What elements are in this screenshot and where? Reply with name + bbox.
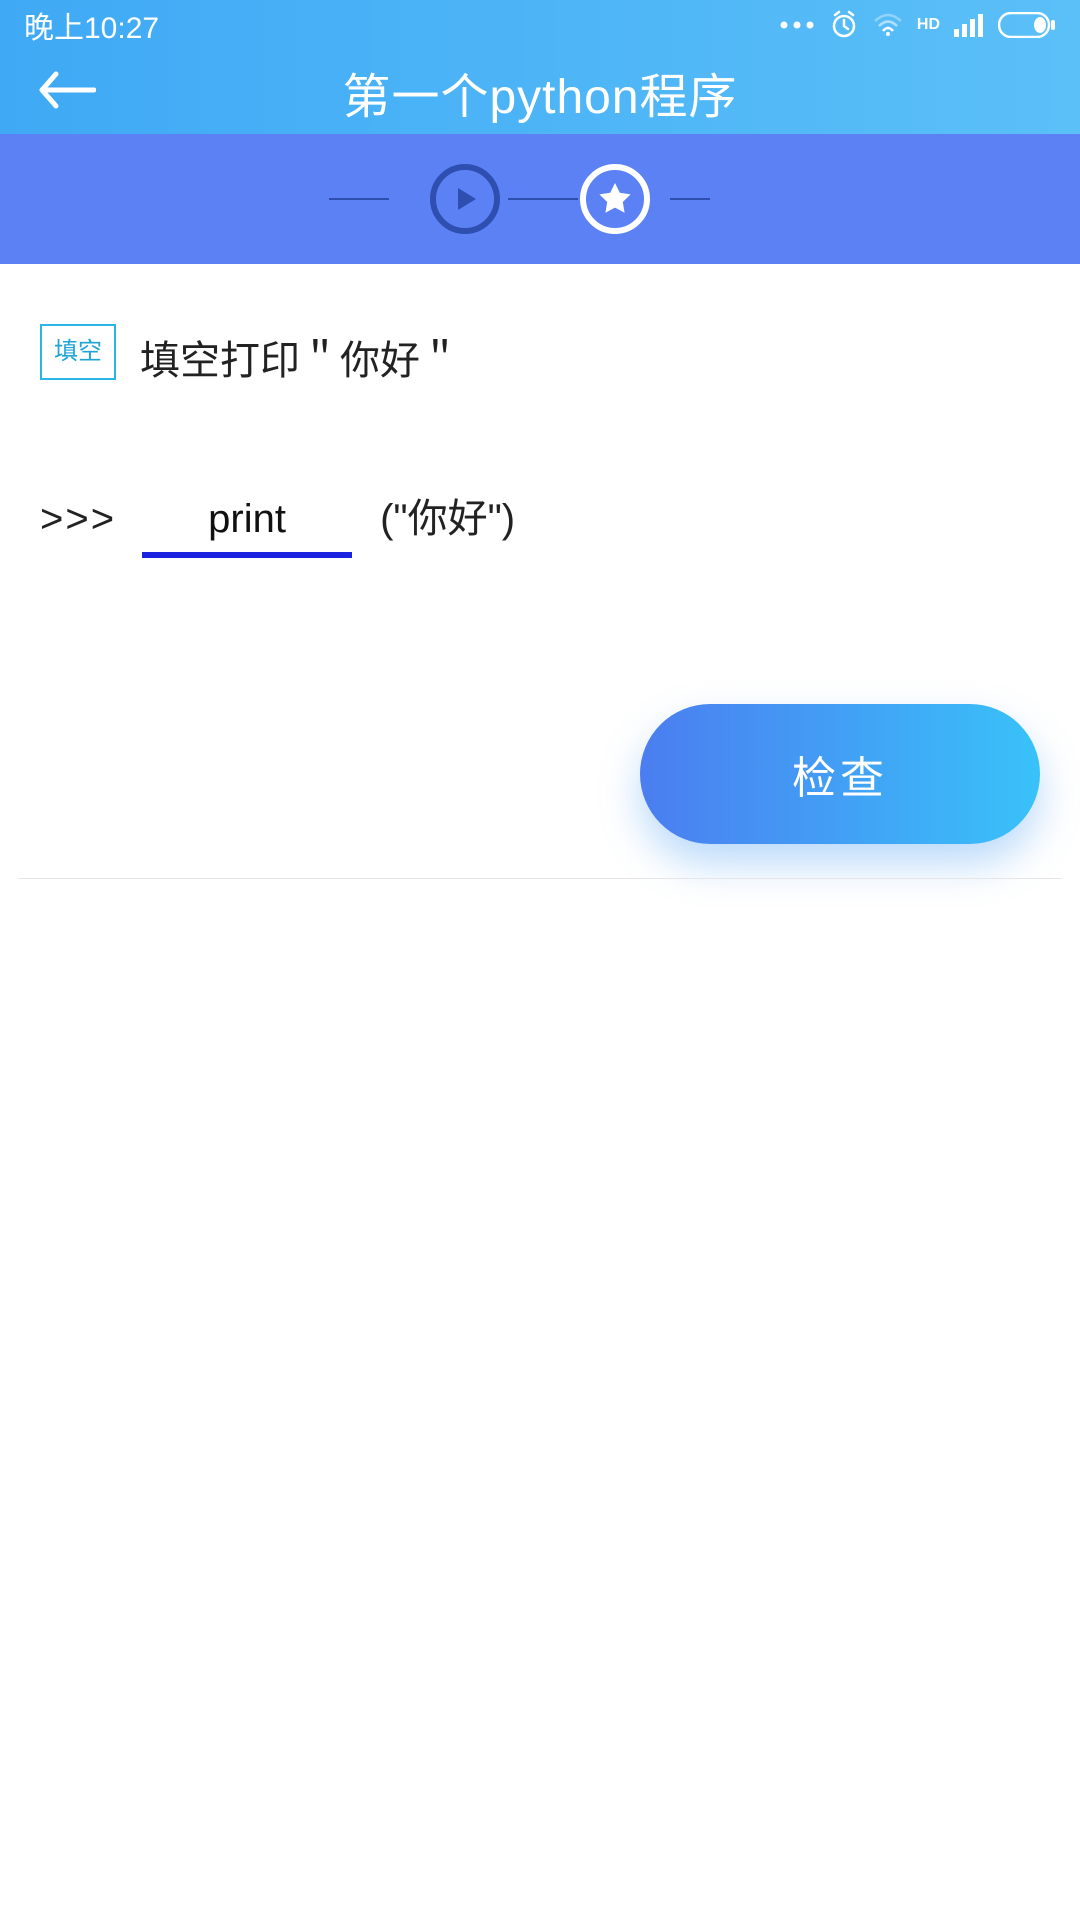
- hd-label: HD: [917, 16, 940, 34]
- status-time: 晚上10:27: [24, 3, 159, 47]
- back-button[interactable]: [36, 68, 96, 117]
- header: 第一个python程序: [0, 50, 1080, 134]
- check-button[interactable]: 检查: [640, 704, 1040, 844]
- signal-icon: [954, 13, 984, 37]
- code-prompt: >>>: [40, 497, 132, 542]
- progress-connector: [670, 198, 710, 200]
- code-row: >>> ("你好"): [40, 486, 1040, 558]
- progress-bar: [0, 134, 1080, 264]
- star-icon: [596, 180, 634, 218]
- question-type-badge: 填空: [40, 324, 116, 380]
- code-tail: ("你好"): [366, 486, 515, 544]
- status-icons: HD: [779, 10, 1056, 40]
- arrow-left-icon: [36, 68, 96, 112]
- more-icon: [779, 20, 815, 30]
- play-icon: [450, 184, 480, 214]
- battery-icon: [998, 12, 1056, 38]
- code-blank-input[interactable]: [142, 497, 352, 558]
- progress-step-play[interactable]: [430, 164, 500, 234]
- question-text: 填空打印＂你好＂: [140, 324, 460, 386]
- section-divider: [18, 878, 1062, 879]
- progress-step-star[interactable]: [580, 164, 650, 234]
- blank-wrapper: [142, 497, 352, 558]
- status-bar: 晚上10:27 HD: [0, 0, 1080, 50]
- page-title: 第一个python程序: [342, 57, 737, 127]
- wifi-icon: [873, 13, 903, 37]
- alarm-icon: [829, 10, 859, 40]
- question-row: 填空 填空打印＂你好＂: [40, 324, 1040, 386]
- content-area: 填空 填空打印＂你好＂ >>> ("你好") 检查: [0, 264, 1080, 558]
- progress-connector: [329, 198, 389, 200]
